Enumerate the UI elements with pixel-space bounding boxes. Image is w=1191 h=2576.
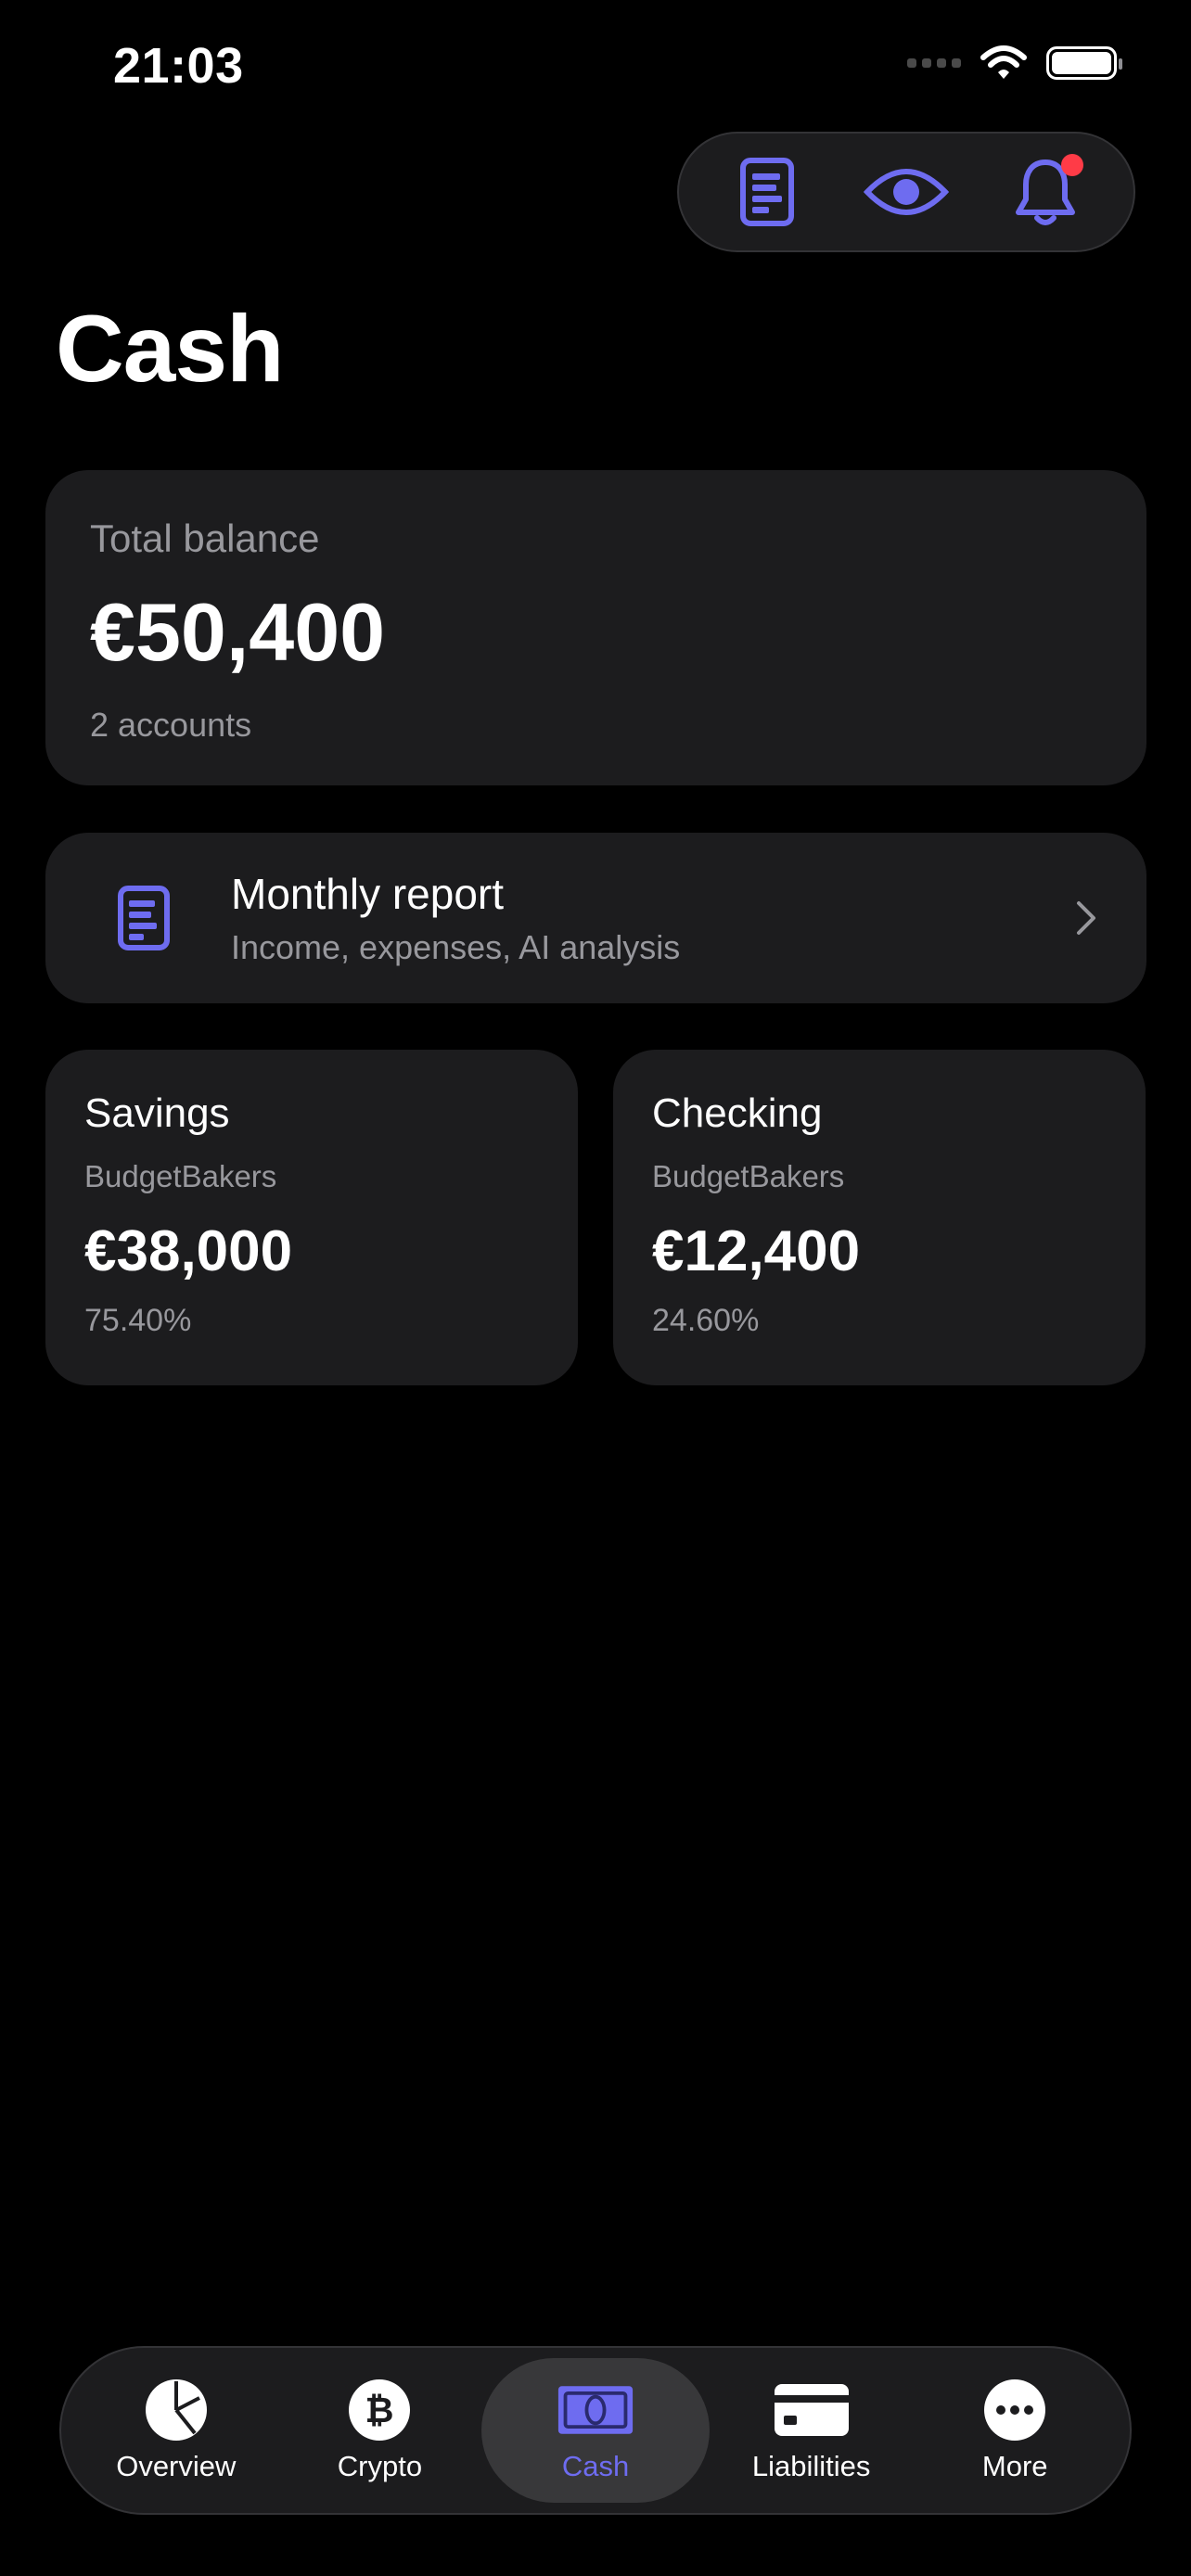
eye-icon — [864, 169, 949, 215]
banknote-icon — [557, 2386, 634, 2434]
status-indicators — [907, 45, 1122, 82]
report-button[interactable] — [716, 141, 818, 243]
bitcoin-icon: ₿ — [349, 2379, 411, 2441]
more-icon — [984, 2379, 1046, 2441]
cellular-signal-icon — [907, 58, 961, 68]
battery-icon — [1046, 46, 1122, 80]
report-subtitle: Income, expenses, AI analysis — [231, 928, 681, 966]
account-bank: BudgetBakers — [652, 1159, 845, 1193]
credit-card-icon — [774, 2384, 849, 2436]
account-name: Savings — [84, 1090, 230, 1136]
report-title: Monthly report — [231, 870, 505, 918]
account-amount: €38,000 — [84, 1219, 293, 1283]
page-title: Cash — [56, 296, 284, 402]
account-card-savings[interactable]: Savings BudgetBakers €38,000 75.40% — [45, 1050, 578, 1385]
notification-badge — [1061, 154, 1083, 176]
balance-label: Total balance — [90, 516, 320, 560]
monthly-report-card[interactable]: Monthly report Income, expenses, AI anal… — [45, 833, 1146, 1003]
notifications-button[interactable] — [994, 141, 1096, 243]
svg-text:₿: ₿ — [365, 2390, 394, 2430]
account-amount: €12,400 — [652, 1219, 861, 1283]
tab-bar: Overview ₿ Crypto Cash Liabilities More — [59, 2346, 1132, 2515]
account-card-checking[interactable]: Checking BudgetBakers €12,400 24.60% — [613, 1050, 1146, 1385]
status-time: 21:03 — [113, 38, 244, 94]
tab-cash[interactable]: Cash — [481, 2358, 710, 2503]
tab-label: Liabilities — [751, 2450, 871, 2482]
visibility-toggle-button[interactable] — [855, 141, 957, 243]
tab-more[interactable]: More — [913, 2358, 1117, 2503]
report-icon — [740, 158, 794, 226]
tab-liabilities[interactable]: Liabilities — [710, 2358, 914, 2503]
tab-label: Cash — [561, 2450, 630, 2482]
wifi-icon — [980, 45, 1027, 79]
tab-label: Overview — [116, 2450, 237, 2482]
account-percent: 24.60% — [652, 1303, 760, 1338]
top-actions — [677, 132, 1135, 252]
pie-chart-icon — [145, 2379, 207, 2441]
report-icon — [118, 886, 170, 950]
tab-label: More — [981, 2450, 1048, 2482]
accounts-count: 2 accounts — [90, 706, 252, 744]
account-percent: 75.40% — [84, 1303, 192, 1338]
screen: 21:03 Cash Total balance €50,400 2 accou… — [0, 0, 1191, 2576]
account-bank: BudgetBakers — [84, 1159, 277, 1193]
tab-overview[interactable]: Overview — [74, 2358, 278, 2503]
chevron-right-icon — [1077, 901, 1095, 935]
tab-crypto[interactable]: ₿ Crypto — [278, 2358, 482, 2503]
account-name: Checking — [652, 1090, 823, 1136]
tab-label: Crypto — [337, 2450, 423, 2482]
total-balance-card: Total balance €50,400 2 accounts — [45, 470, 1146, 785]
balance-amount: €50,400 — [90, 586, 386, 678]
